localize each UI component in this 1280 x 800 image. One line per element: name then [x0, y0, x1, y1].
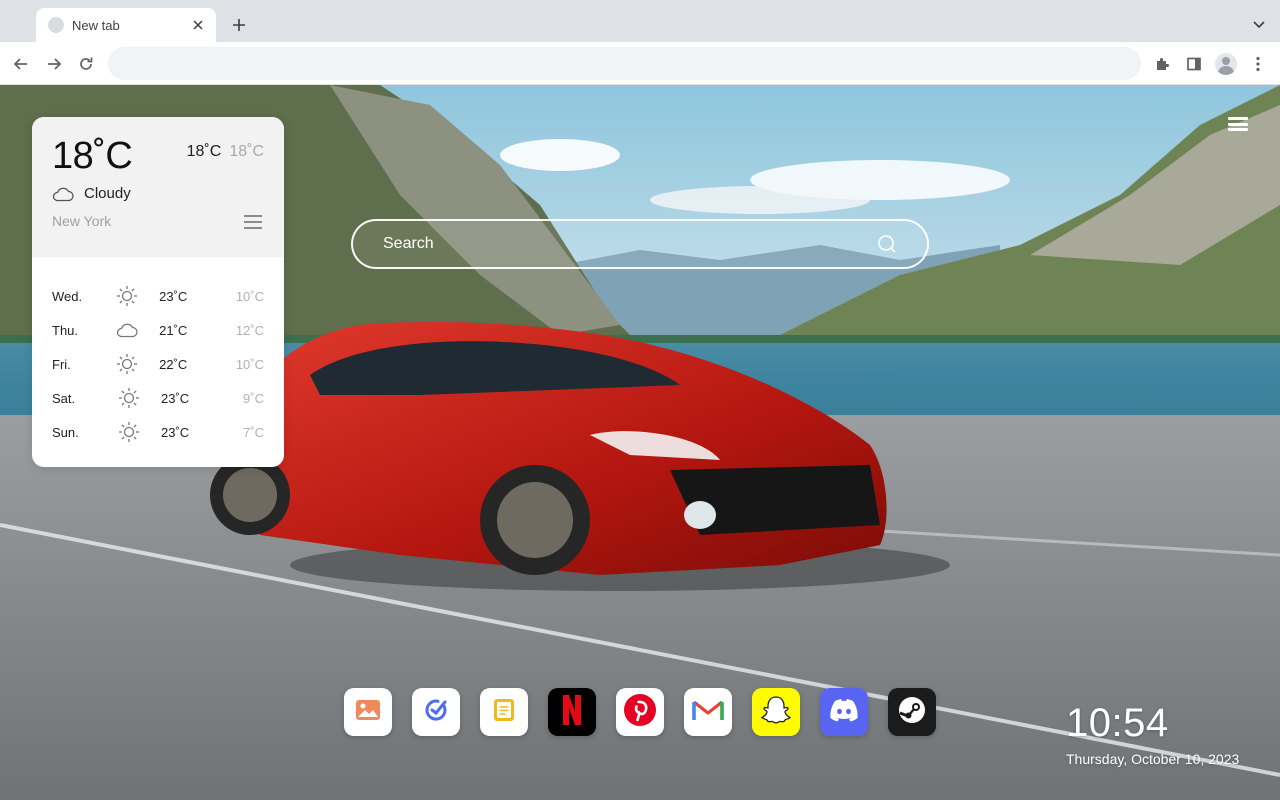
forecast-row: Thu. 21˚C 12˚C — [52, 313, 264, 347]
sun-icon — [118, 387, 140, 409]
extensions-icon[interactable] — [1150, 52, 1174, 76]
forecast-high: 22˚C — [159, 356, 188, 372]
tab-new-tab[interactable]: New tab — [36, 8, 216, 42]
forecast-day: Fri. — [52, 356, 71, 372]
app-discord[interactable] — [820, 688, 868, 736]
steam-icon — [897, 695, 927, 730]
tab-strip: New tab — [0, 0, 1280, 42]
current-condition: Cloudy — [52, 185, 131, 202]
gmail-icon — [692, 698, 724, 727]
tab-close-icon[interactable] — [190, 17, 206, 33]
new-tab-button[interactable] — [228, 14, 250, 36]
clock-widget: 10:54 Thursday, October 10, 2023 — [1066, 701, 1239, 767]
sun-icon — [116, 285, 138, 307]
sun-icon — [118, 421, 140, 443]
forward-button[interactable] — [43, 53, 65, 75]
clock-time: 10:54 — [1066, 701, 1169, 745]
weather-widget: 18˚C 18˚C 18˚C Cloudy New York Wed. 23˚C … — [32, 117, 284, 467]
forecast-high: 23˚C — [161, 424, 190, 440]
check-icon — [423, 697, 449, 728]
forecast-high: 21˚C — [159, 322, 188, 338]
forecast-day: Sat. — [52, 390, 76, 406]
current-low: 18˚C — [229, 143, 264, 160]
new-tab-page: 18˚C 18˚C 18˚C Cloudy New York Wed. 23˚C … — [0, 85, 1280, 800]
notes-icon — [493, 698, 515, 727]
forecast-low: 7˚C — [243, 424, 264, 440]
condition-label: Cloudy — [84, 185, 131, 202]
app-steam[interactable] — [888, 688, 936, 736]
forecast-low: 10˚C — [235, 288, 264, 304]
tab-favicon-icon — [48, 17, 64, 33]
side-panel-icon[interactable] — [1182, 52, 1206, 76]
tab-title: New tab — [72, 17, 120, 33]
current-temperature: 18˚C — [52, 135, 133, 177]
weather-current: 18˚C 18˚C 18˚C Cloudy New York — [32, 117, 284, 257]
search-icon[interactable] — [877, 234, 897, 254]
forecast-row: Wed. 23˚C 10˚C — [52, 279, 264, 313]
current-high: 18˚C — [186, 143, 222, 160]
search-box[interactable] — [351, 219, 929, 269]
cloud-icon — [52, 186, 74, 202]
address-bar[interactable] — [108, 47, 1141, 80]
netflix-icon — [561, 694, 583, 731]
avatar — [1215, 53, 1237, 75]
profile-button[interactable] — [1214, 52, 1238, 76]
forecast-low: 12˚C — [235, 322, 264, 338]
pinterest-icon — [623, 693, 657, 732]
forecast-high: 23˚C — [161, 390, 190, 406]
forecast-list: Wed. 23˚C 10˚C Thu. 21˚C 12˚C Fri. 22˚C … — [32, 257, 284, 449]
app-dock — [344, 688, 936, 736]
app-photos[interactable] — [344, 688, 392, 736]
forecast-low: 10˚C — [235, 356, 264, 372]
forecast-row: Sat. 23˚C 9˚C — [52, 381, 264, 415]
app-gmail[interactable] — [684, 688, 732, 736]
forecast-day: Wed. — [52, 288, 83, 304]
chevron-down-icon[interactable] — [1250, 16, 1268, 34]
photos-icon — [355, 699, 381, 726]
city-label: New York — [52, 213, 112, 229]
clock-date: Thursday, October 10, 2023 — [1066, 751, 1240, 767]
sun-icon — [116, 353, 138, 375]
forecast-row: Sun. 23˚C 7˚C — [52, 415, 264, 449]
reload-button[interactable] — [75, 53, 97, 75]
app-netflix[interactable] — [548, 688, 596, 736]
forecast-high: 23˚C — [159, 288, 188, 304]
page-menu-icon[interactable] — [1228, 115, 1248, 133]
cloud-icon — [116, 319, 138, 341]
app-notes[interactable] — [480, 688, 528, 736]
app-tasks[interactable] — [412, 688, 460, 736]
app-snapchat[interactable] — [752, 688, 800, 736]
browser-menu-icon[interactable] — [1246, 52, 1270, 76]
forecast-day: Sun. — [52, 424, 79, 440]
current-high-low: 18˚C 18˚C — [187, 143, 264, 161]
app-pinterest[interactable] — [616, 688, 664, 736]
weather-menu-icon[interactable] — [244, 215, 262, 229]
search-input[interactable] — [383, 235, 877, 253]
forecast-row: Fri. 22˚C 10˚C — [52, 347, 264, 381]
browser-toolbar — [0, 42, 1280, 85]
forecast-low: 9˚C — [243, 390, 264, 406]
forecast-day: Thu. — [52, 322, 79, 338]
snapchat-icon — [760, 695, 792, 730]
discord-icon — [828, 698, 860, 727]
back-button[interactable] — [10, 53, 32, 75]
